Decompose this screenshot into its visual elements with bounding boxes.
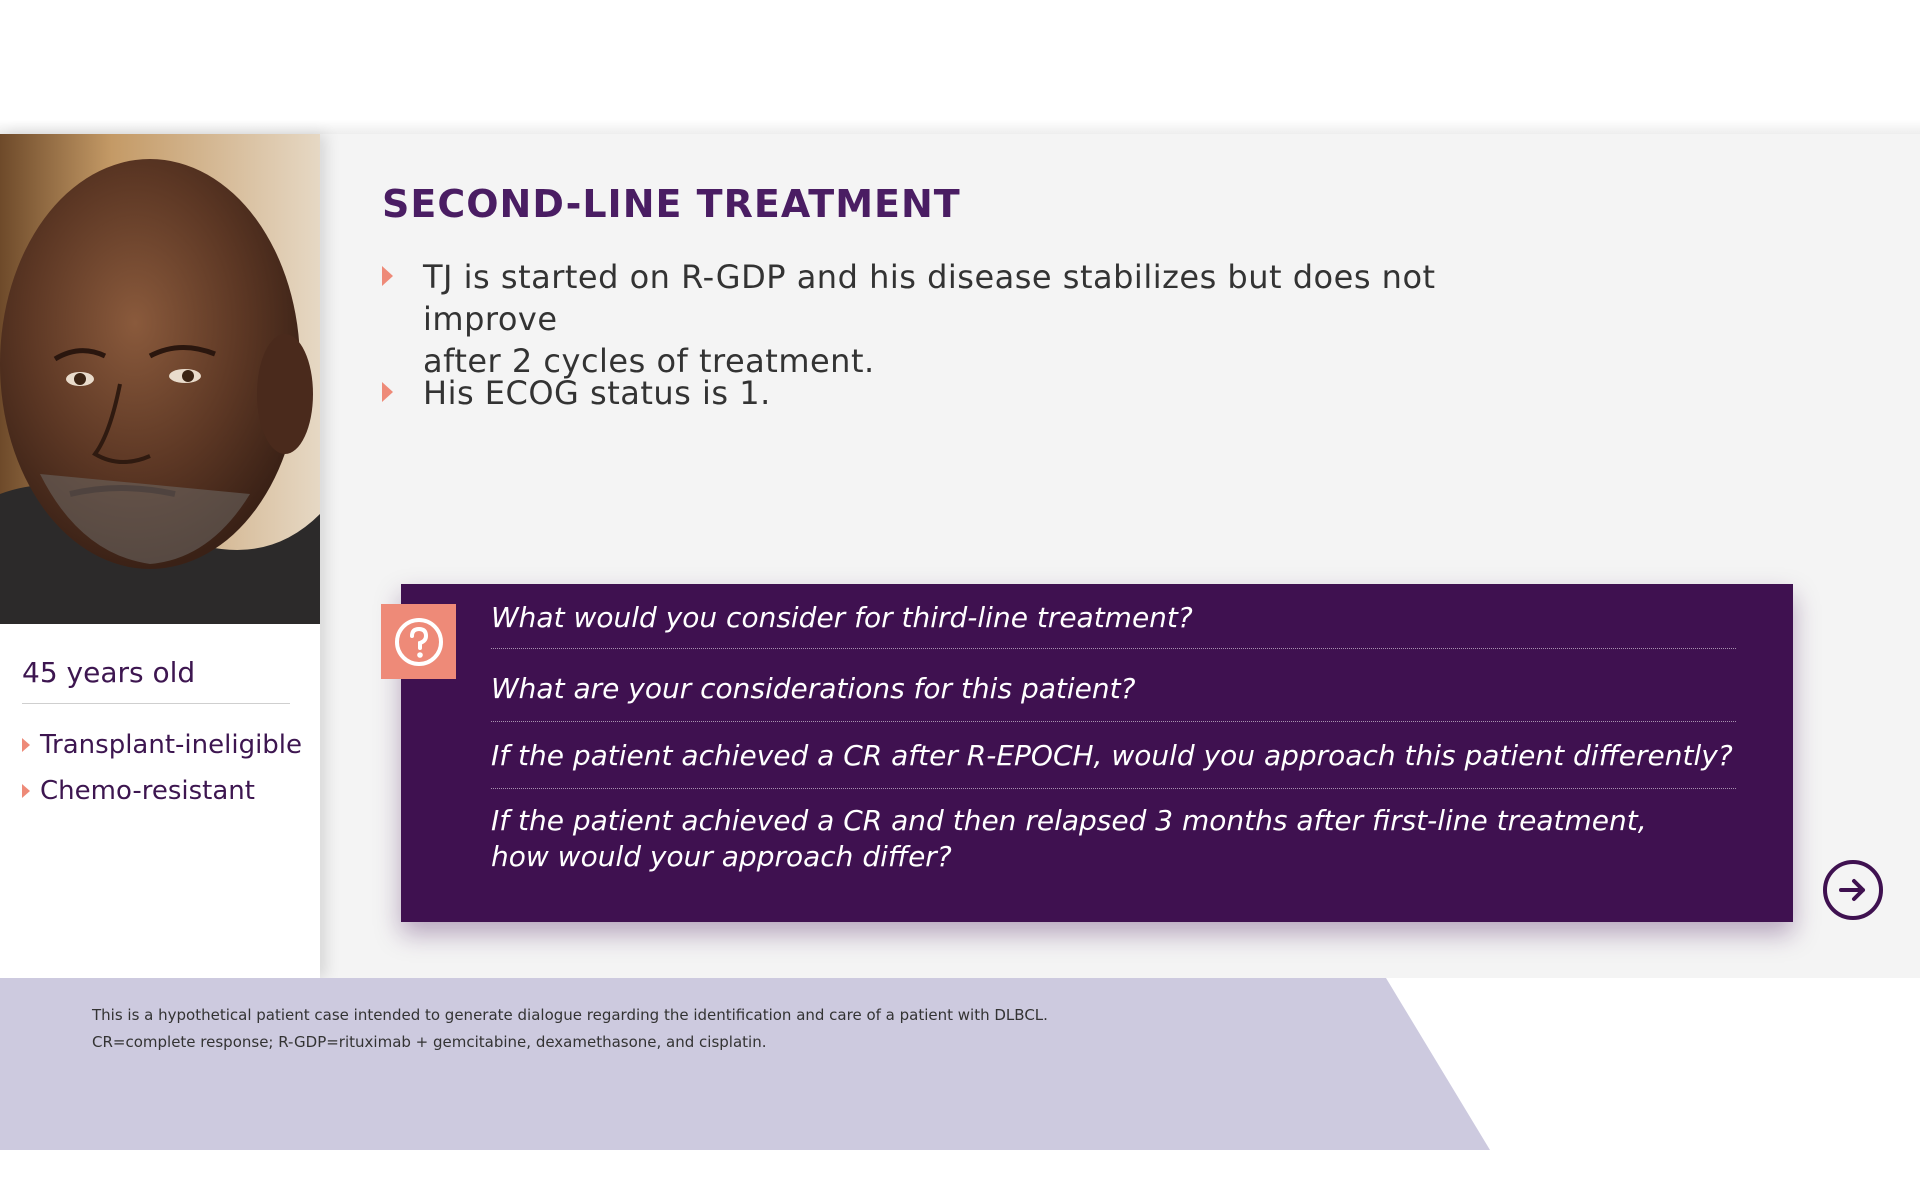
footnote-abbreviations: CR=complete response; R-GDP=rituximab + … <box>92 1033 767 1051</box>
bullet-ecog: His ECOG status is 1. <box>382 372 1522 414</box>
patient-tag-transplant: Transplant-ineligible <box>22 722 312 768</box>
question-item: What would you consider for third-line t… <box>491 590 1736 649</box>
patient-age: 45 years old <box>22 656 290 704</box>
patient-sidebar: 45 years old Transplant-ineligible Chemo… <box>0 134 320 978</box>
question-mark-circle-icon <box>381 604 456 679</box>
bullet-text: TJ is started on R-GDP and his disease s… <box>423 256 1522 382</box>
question-list: What would you consider for third-line t… <box>491 590 1736 887</box>
tag-label: Transplant-ineligible <box>40 730 303 760</box>
bullet-disease-status: TJ is started on R-GDP and his disease s… <box>382 256 1522 382</box>
triangle-bullet-icon <box>22 738 30 752</box>
next-button[interactable] <box>1823 860 1883 920</box>
triangle-bullet-icon <box>382 266 393 286</box>
arrow-right-icon <box>1839 879 1865 901</box>
slide-title: SECOND-LINE TREATMENT <box>382 182 961 226</box>
patient-tags: Transplant-ineligible Chemo-resistant <box>22 722 312 814</box>
footnote-disclaimer: This is a hypothetical patient case inte… <box>92 1006 1048 1024</box>
patient-tag-chemo: Chemo-resistant <box>22 768 312 814</box>
bullet-line: TJ is started on R-GDP and his disease s… <box>423 258 1436 338</box>
footnote-band <box>0 978 1490 1150</box>
question-item: If the patient achieved a CR after R-EPO… <box>491 722 1736 789</box>
patient-photo <box>0 134 320 624</box>
question-item: What are your considerations for this pa… <box>491 649 1736 722</box>
triangle-bullet-icon <box>22 784 30 798</box>
tag-label: Chemo-resistant <box>40 776 255 806</box>
question-item: If the patient achieved a CR and then re… <box>491 804 1647 873</box>
triangle-bullet-icon <box>382 382 393 402</box>
bullet-text: His ECOG status is 1. <box>423 374 771 412</box>
